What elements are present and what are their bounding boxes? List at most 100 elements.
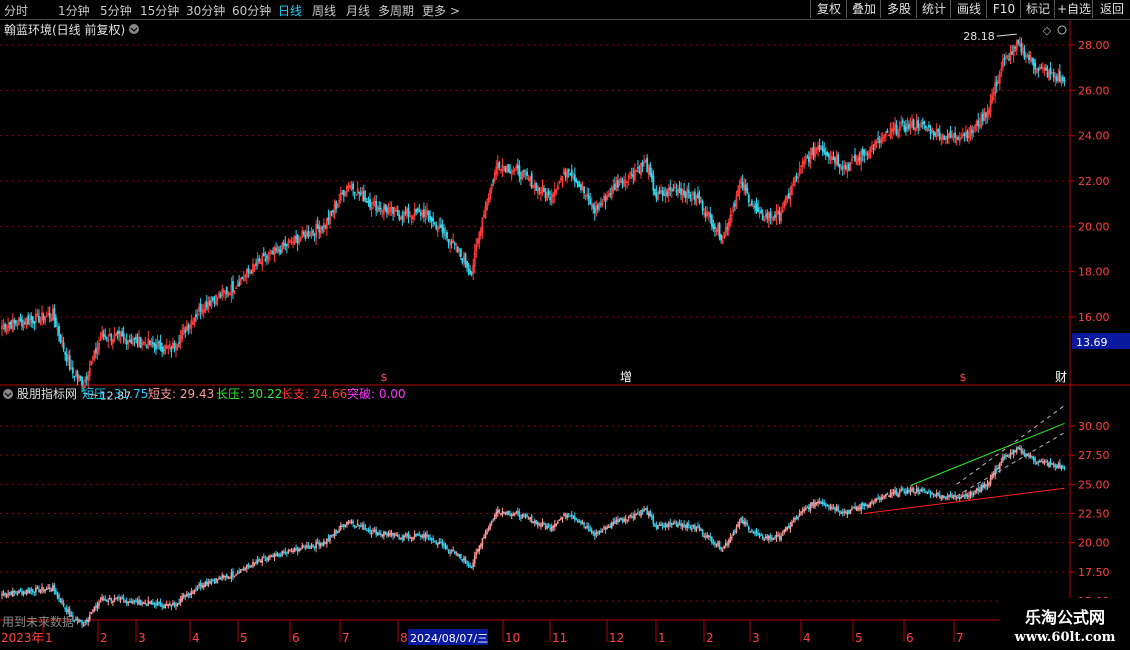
period-tab-10[interactable]: 更多 >: [422, 2, 460, 19]
candle-body: [1031, 57, 1034, 62]
candle-body: [59, 335, 62, 343]
period-tab-9[interactable]: 多周期: [378, 2, 414, 19]
candle-body: [901, 120, 904, 123]
candle-body: [641, 162, 644, 167]
ind-candle-body: [594, 533, 596, 536]
toolbar-button-8[interactable]: 返回: [1092, 0, 1130, 18]
ind-candle-body: [878, 498, 881, 500]
period-tab-2[interactable]: 5分钟: [100, 2, 132, 19]
ind-candle-body: [424, 534, 427, 538]
candle-body: [866, 153, 869, 156]
candle-body: [470, 272, 473, 275]
candle-body: [507, 164, 510, 173]
toolbar-button-0[interactable]: 复权: [810, 0, 847, 18]
ind-candle-body: [92, 610, 94, 612]
candle-body: [578, 184, 581, 187]
candle-body: [938, 132, 941, 140]
candle-body: [847, 163, 850, 170]
ind-candle-body: [192, 592, 194, 594]
candle-body: [1063, 79, 1066, 82]
ind-candle-body: [731, 536, 733, 539]
x-label-7: 7: [342, 631, 350, 645]
candle-body: [580, 184, 582, 190]
ind-candle-body: [307, 545, 310, 548]
ind-candle-body: [914, 491, 916, 494]
ind-candle-body: [866, 505, 869, 507]
ind-candle-body: [550, 526, 553, 531]
candle-body: [526, 171, 528, 176]
candle-body: [946, 135, 949, 139]
ind-candle-body: [712, 541, 715, 544]
ind-candle-body: [684, 525, 687, 528]
ind-candle-body: [888, 495, 890, 498]
period-tab-6[interactable]: 日线: [278, 2, 302, 19]
ind-candle-body: [533, 520, 536, 523]
ind-candle-body: [530, 515, 533, 523]
ind-candle-body: [31, 589, 34, 593]
ind-candle-body: [707, 535, 710, 537]
ind-candle-body: [452, 549, 454, 552]
settings-circle-icon[interactable]: [1057, 25, 1067, 35]
period-tab-4[interactable]: 30分钟: [186, 2, 225, 19]
ind-candle-body: [821, 501, 824, 504]
period-tab-8[interactable]: 月线: [346, 2, 370, 19]
ind-candle-body: [230, 572, 233, 579]
ind-candle-body: [227, 576, 230, 579]
ind-candle-body: [172, 602, 174, 606]
ind-candle-body: [517, 511, 519, 513]
toolbar-button-4[interactable]: 画线: [950, 0, 987, 18]
ind-candle-body: [629, 514, 632, 517]
candle-body: [342, 189, 345, 196]
period-tab-5[interactable]: 60分钟: [232, 2, 271, 19]
ind-candle-body: [415, 533, 418, 536]
ind-candle-body: [675, 524, 678, 526]
candle-body: [110, 333, 113, 341]
candle-body: [858, 157, 861, 161]
ind-candle-body: [901, 488, 904, 490]
ind-candle-body: [470, 566, 473, 569]
candle-body: [173, 343, 176, 349]
ind-candle-body: [872, 502, 875, 505]
main-title-dropdown-icon[interactable]: [129, 24, 139, 34]
period-tab-7[interactable]: 周线: [312, 2, 336, 19]
ind-candle-body: [529, 517, 531, 520]
indicator-dropdown-icon[interactable]: [3, 389, 13, 399]
period-tab-0[interactable]: 分时: [4, 2, 28, 19]
ind-candle-body: [595, 532, 598, 535]
toolbar-button-7[interactable]: +自选: [1054, 0, 1093, 18]
toolbar-button-2[interactable]: 多股: [880, 0, 917, 18]
toolbar-button-1[interactable]: 叠加: [846, 0, 881, 18]
toolbar-button-3[interactable]: 统计: [916, 0, 951, 18]
ind-candle-body: [617, 519, 619, 523]
ind-candle-body: [727, 540, 730, 545]
ind-candle-body: [978, 490, 981, 492]
ind-candle-body: [363, 524, 365, 530]
ind-candle-body: [343, 524, 345, 527]
ind-candle-body: [107, 600, 110, 603]
candle-body: [128, 340, 131, 342]
candle-body: [720, 234, 722, 241]
ind-candle-body: [287, 550, 290, 553]
ind-candle-body: [469, 565, 471, 568]
candle-body: [30, 315, 33, 321]
x-label-10: 11: [552, 631, 567, 645]
ind-candle-body: [777, 534, 779, 537]
period-tab-1[interactable]: 1分钟: [58, 2, 90, 19]
ind-candle-body: [205, 581, 208, 585]
period-tab-3[interactable]: 15分钟: [140, 2, 179, 19]
toolbar-button-5[interactable]: F10: [986, 0, 1021, 18]
candle-body: [518, 165, 521, 177]
candle-body: [199, 303, 202, 312]
ind-candle-body: [487, 528, 490, 531]
ind-candle-body: [76, 617, 79, 621]
candle-body: [957, 137, 960, 140]
toolbar-button-6[interactable]: 标记: [1020, 0, 1055, 18]
ind-candle-body: [195, 588, 197, 590]
ind-candle-body: [768, 535, 770, 540]
ind-candle-body: [541, 522, 544, 526]
candle-body: [68, 355, 71, 370]
ind-candle-body: [299, 548, 302, 550]
stock-chart[interactable]: 28.00 26.00 24.00 22.00 20.00 18.00 16.00 30.00…: [0, 20, 1130, 650]
ind-candle-body: [329, 535, 331, 542]
candle-body: [362, 191, 365, 202]
